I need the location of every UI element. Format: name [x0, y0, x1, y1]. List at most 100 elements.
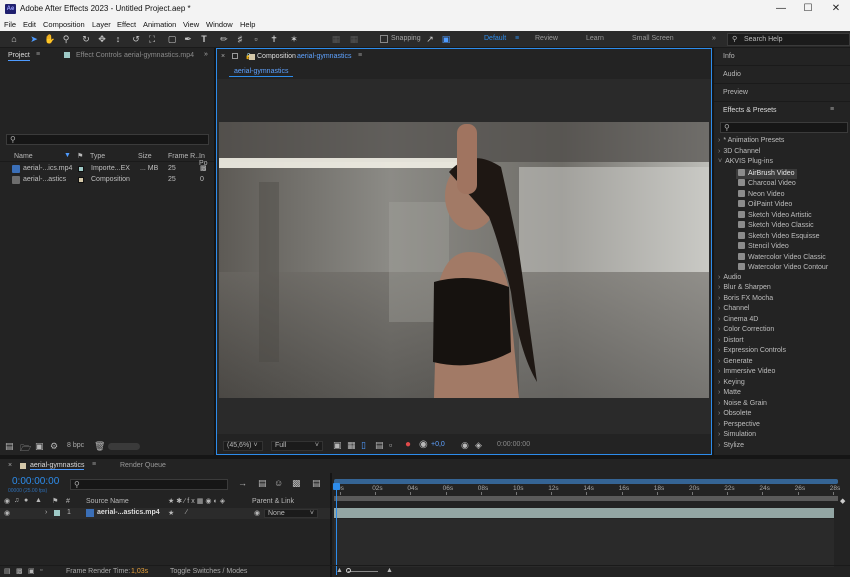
color-management-icon[interactable]: ◉: [419, 439, 428, 450]
workspace-menu-icon[interactable]: ≡: [515, 35, 519, 42]
zoom-dropdown[interactable]: (45,6%) ˅: [223, 441, 263, 451]
orbit-tool-icon[interactable]: ↻: [80, 33, 92, 45]
chevron-right-icon[interactable]: ›: [718, 347, 720, 354]
effect-category[interactable]: › Color Correction: [718, 326, 774, 336]
column-parent-link[interactable]: Parent & Link: [252, 498, 294, 505]
region-of-interest-icon[interactable]: ▣: [333, 440, 342, 451]
project-settings-icon[interactable]: ⚙: [50, 441, 58, 452]
toggle-in-out-icon[interactable]: ▣: [28, 567, 35, 575]
chevron-right-icon[interactable]: ›: [718, 316, 720, 323]
chevron-right-icon[interactable]: ›: [718, 284, 720, 291]
close-button[interactable]: ✕: [825, 2, 847, 16]
preview-panel[interactable]: Preview: [714, 84, 850, 102]
hand-tool-icon[interactable]: ✋: [44, 33, 56, 45]
chevron-right-icon[interactable]: ›: [718, 305, 720, 312]
show-snapshot-icon[interactable]: ◈: [475, 440, 482, 451]
grid-guides-icon[interactable]: ▤: [375, 440, 384, 451]
effect-category[interactable]: › Perspective: [718, 421, 760, 431]
column-type[interactable]: Type: [90, 153, 105, 160]
effect-category[interactable]: › Keying: [718, 379, 745, 389]
zoom-tool-icon[interactable]: ⚲: [60, 33, 72, 45]
snap-edges-icon[interactable]: ↗: [424, 33, 436, 45]
toggle-switches-modes[interactable]: Toggle Switches / Modes: [170, 568, 247, 575]
effect-category[interactable]: › Matte: [718, 389, 741, 399]
label-color-swatch[interactable]: [78, 166, 84, 172]
chevron-down-icon[interactable]: ˅: [718, 158, 722, 165]
chevron-right-icon[interactable]: ›: [718, 442, 720, 449]
sort-chevron-icon[interactable]: ▼: [64, 152, 71, 159]
effect-category[interactable]: › Cinema 4D: [718, 316, 758, 326]
expand-chevron-icon[interactable]: ›: [45, 509, 47, 516]
current-time-display[interactable]: 0:00:00:00: [497, 441, 530, 448]
time-ruler[interactable]: 0s 02s 04s 06s 08s 10s 12s 14s 16s 18s 20s 22s 24s 26…: [332, 481, 848, 495]
effect-item[interactable]: Sketch Video Esquisse: [738, 231, 819, 242]
effects-panel-menu-icon[interactable]: ≡: [830, 106, 834, 113]
shy-layers-icon[interactable]: ☺: [274, 478, 283, 488]
playhead-handle[interactable]: [333, 483, 340, 490]
project-item-footage[interactable]: aerial-...ics.mp4 Importe...EX ... MB 25…: [0, 164, 214, 175]
tab-effect-controls[interactable]: Effect Controls: [76, 52, 122, 59]
label-color-swatch[interactable]: [78, 177, 84, 183]
effect-category[interactable]: › Simulation: [718, 431, 756, 441]
zoom-slider-thumb[interactable]: [346, 568, 351, 573]
parent-dropdown[interactable]: None ˅: [264, 509, 318, 518]
resolution-dropdown[interactable]: Full ˅: [271, 441, 323, 451]
info-panel[interactable]: Info: [714, 48, 850, 66]
eye-icon[interactable]: ◉: [4, 509, 10, 517]
rotate-tool-icon[interactable]: ↺: [130, 33, 142, 45]
workspace-default[interactable]: Default: [484, 35, 506, 42]
menu-composition[interactable]: Composition: [43, 20, 85, 29]
composition-panel-menu-icon[interactable]: ≡: [358, 52, 362, 59]
draft-3d-icon[interactable]: ▤: [258, 478, 267, 489]
layer-label-swatch[interactable]: [54, 510, 60, 516]
effect-category[interactable]: › Stylize: [718, 442, 744, 452]
effect-item[interactable]: Sketch Video Artistic: [738, 210, 812, 221]
pan-behind-tool-icon[interactable]: ⛶: [146, 33, 158, 45]
comp-button-icon[interactable]: ◆: [840, 497, 845, 505]
chevron-right-icon[interactable]: ›: [718, 368, 720, 375]
effect-category[interactable]: › * Animation Presets: [718, 137, 784, 147]
effect-category[interactable]: ˅ AKVIS Plug-ins: [718, 158, 773, 168]
chevron-right-icon[interactable]: ›: [718, 148, 720, 155]
menu-window[interactable]: Window: [206, 20, 233, 29]
timeline-search-input[interactable]: ⚲: [70, 479, 228, 490]
timeline-zoom-slider[interactable]: [348, 571, 378, 572]
tab-composition-name[interactable]: aerial-gymnastics: [297, 53, 351, 60]
toggle-render-time-icon[interactable]: ▫: [40, 567, 42, 574]
clone-stamp-tool-icon[interactable]: ♯: [234, 33, 246, 45]
chevron-right-icon[interactable]: ›: [718, 358, 720, 365]
chevron-right-icon[interactable]: ›: [718, 326, 720, 333]
panel-overflow-icon[interactable]: »: [204, 51, 208, 58]
puppet-tool-icon[interactable]: ✶: [288, 33, 300, 45]
move-tool-icon[interactable]: ✥: [96, 33, 108, 45]
pickwhip-icon[interactable]: ◉: [254, 509, 260, 517]
effect-item[interactable]: Watercolor Video Classic: [738, 252, 826, 263]
workspace-small-screen[interactable]: Small Screen: [632, 35, 674, 42]
tab-render-queue[interactable]: Render Queue: [120, 462, 166, 469]
column-size[interactable]: Size: [138, 153, 152, 160]
menu-help[interactable]: Help: [240, 20, 255, 29]
menu-effect[interactable]: Effect: [117, 20, 136, 29]
shy-switch-icon[interactable]: ★: [168, 509, 174, 517]
menu-edit[interactable]: Edit: [23, 20, 36, 29]
toggle-modes-icon[interactable]: ▩: [16, 567, 23, 575]
interpret-footage-icon[interactable]: ▩: [200, 164, 207, 172]
workspace-review[interactable]: Review: [535, 35, 558, 42]
chevron-right-icon[interactable]: ›: [718, 421, 720, 428]
close-tab-icon[interactable]: ×: [8, 462, 12, 469]
exposure-value[interactable]: +0,0: [431, 441, 445, 448]
effect-category[interactable]: › Blur & Sharpen: [718, 284, 771, 294]
quality-switch-icon[interactable]: ∕: [186, 509, 187, 516]
effect-item[interactable]: Charcoal Video: [738, 179, 796, 189]
home-icon[interactable]: ⌂: [8, 33, 20, 45]
layer-row[interactable]: ◉ › 1 aerial-...astics.mp4 ★ ∕ ◉ None ˅: [0, 508, 330, 519]
effect-category[interactable]: › 3D Channel: [718, 148, 760, 158]
toggle-switches-icon[interactable]: ▤: [4, 567, 11, 575]
lock-icon[interactable]: [232, 53, 238, 59]
audio-panel[interactable]: Audio: [714, 66, 850, 84]
distribute-icon[interactable]: ▦: [348, 33, 360, 45]
dolly-tool-icon[interactable]: ↕: [112, 33, 124, 45]
effect-category[interactable]: › Distort: [718, 337, 744, 347]
tab-project[interactable]: Project: [8, 52, 30, 61]
effect-item[interactable]: Sketch Video Classic: [738, 221, 814, 231]
